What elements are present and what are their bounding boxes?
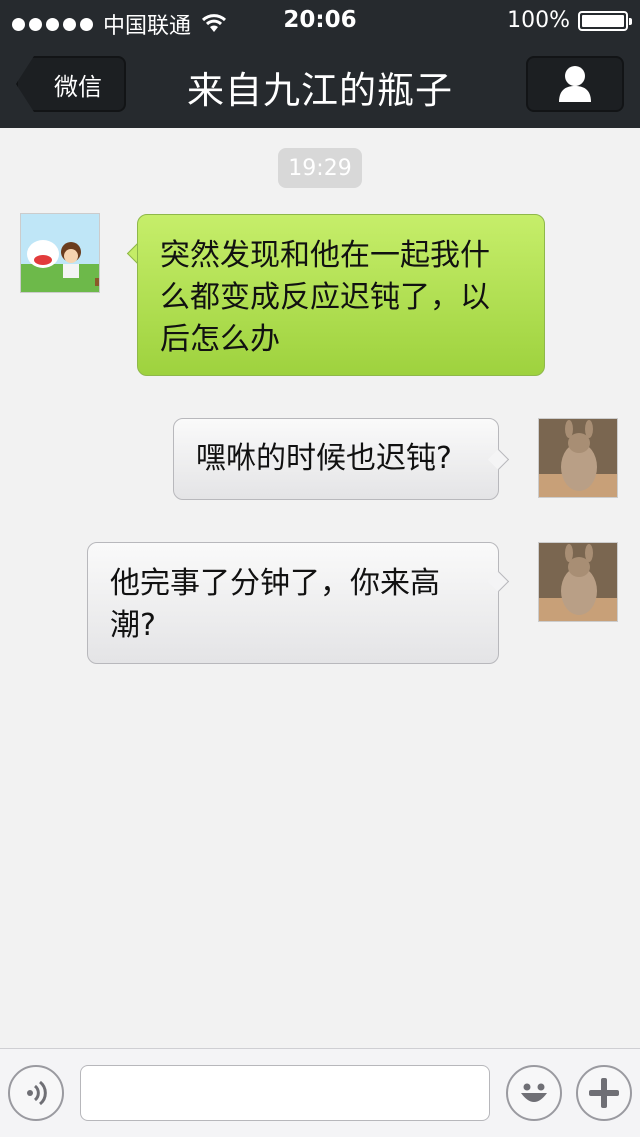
message-text-line: 突然发现和他在一起我什 [160,238,490,273]
battery-icon [578,10,632,31]
voice-button[interactable] [8,1065,64,1121]
message-text-line: 潮? [110,608,156,643]
emoji-icon [521,1083,547,1102]
message-input[interactable] [80,1065,490,1121]
voice-icon [27,1080,47,1106]
message-text-line: 后怎么办 [160,322,280,357]
contact-avatar[interactable] [20,213,100,293]
message-bubble-outgoing[interactable]: 他完事了分钟了，你来高 潮? [87,542,499,664]
person-icon [559,66,591,102]
cartoon-avatar-image [21,214,99,292]
top-bar: 中国联通 20:06 100% 微信 来自九江的瓶子 [0,0,640,128]
message-text-line: 嘿咻的时候也迟钝? [196,441,452,476]
profile-button[interactable] [526,56,624,112]
add-button[interactable] [576,1065,632,1121]
message-bubble-incoming[interactable]: 突然发现和他在一起我什 么都变成反应迟钝了，以 后怎么办 [137,214,545,376]
status-bar: 中国联通 20:06 100% [0,0,640,40]
my-avatar[interactable] [538,418,618,498]
message-text-line: 么都变成反应迟钝了，以 [160,280,490,315]
emoji-button[interactable] [506,1065,562,1121]
message-text-line: 他完事了分钟了，你来高 [110,566,440,601]
battery-percent: 100% [507,8,570,33]
kangaroo-avatar-image [539,543,617,621]
message-timestamp: 19:29 [278,148,362,188]
chat-area[interactable]: 19:29 突然发现和他在一起我什 么都变成反应迟钝了，以 后怎么办 嘿咻的时候… [0,128,640,1048]
input-bar [0,1048,640,1137]
plus-icon [589,1078,619,1108]
message-bubble-outgoing[interactable]: 嘿咻的时候也迟钝? [173,418,499,500]
my-avatar[interactable] [538,542,618,622]
kangaroo-avatar-image [539,419,617,497]
